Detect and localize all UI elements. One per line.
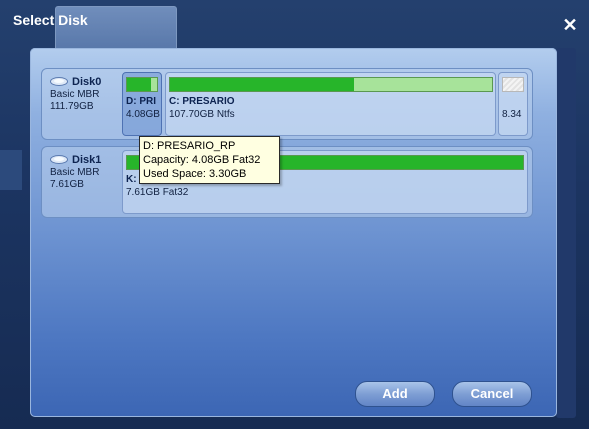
partition-used-fill [170, 78, 354, 91]
partition-d[interactable]: D: PRI 4.08GB [122, 72, 162, 136]
partition-usage-bar [169, 77, 493, 92]
add-button[interactable]: Add [355, 381, 435, 407]
tooltip-used-space: Used Space: 3.30GB [143, 168, 247, 180]
disk-type: Basic MBR [50, 89, 100, 100]
hard-disk-icon [50, 77, 68, 86]
disk-row[interactable]: Disk1 Basic MBR 7.61GB K: 7.61GB Fat32 [41, 146, 533, 218]
partition-unallocated[interactable]: 8.34 [498, 72, 528, 136]
partition-c[interactable]: C: PRESARIO 107.70GB Ntfs [165, 72, 496, 136]
disk-capacity: 7.61GB [50, 179, 84, 190]
disk-name-container: Disk1 [50, 153, 122, 167]
hard-disk-icon [50, 155, 68, 164]
disk-info: Disk0 Basic MBR 111.79GB [50, 75, 122, 113]
background-edge [0, 150, 22, 190]
tooltip-partition-name: D: PRESARIO_RP [143, 140, 236, 152]
partition-size: 8.34 [502, 109, 522, 120]
panel-scrollbar-track[interactable] [556, 48, 576, 418]
dialog-title: Select Disk [13, 12, 88, 28]
disk-name: Disk1 [72, 154, 102, 166]
partition-label: C: PRESARIO [169, 96, 235, 107]
unallocated-bar [502, 77, 524, 92]
disk-name: Disk0 [72, 76, 102, 88]
close-icon[interactable]: ✕ [559, 14, 581, 36]
partition-label: K: [126, 174, 137, 185]
partition-used-fill [127, 78, 152, 91]
disk-info: Disk1 Basic MBR 7.61GB [50, 153, 122, 191]
tooltip-capacity: Capacity: 4.08GB Fat32 [143, 154, 261, 166]
partition-size: 7.61GB Fat32 [126, 187, 189, 198]
partition-size: 4.08GB [126, 109, 160, 120]
partition-label: D: PRI [126, 96, 156, 107]
disk-type: Basic MBR [50, 167, 100, 178]
disk-capacity: 111.79GB [50, 101, 94, 112]
partition-tooltip: D: PRESARIO_RP Capacity: 4.08GB Fat32 Us… [139, 136, 280, 184]
partition-size: 107.70GB Ntfs [169, 109, 235, 120]
partition-usage-bar [126, 77, 158, 92]
disk-name-container: Disk0 [50, 75, 122, 89]
cancel-button[interactable]: Cancel [452, 381, 532, 407]
disk-row[interactable]: Disk0 Basic MBR 111.79GB D: PRI 4.08GB C… [41, 68, 533, 140]
